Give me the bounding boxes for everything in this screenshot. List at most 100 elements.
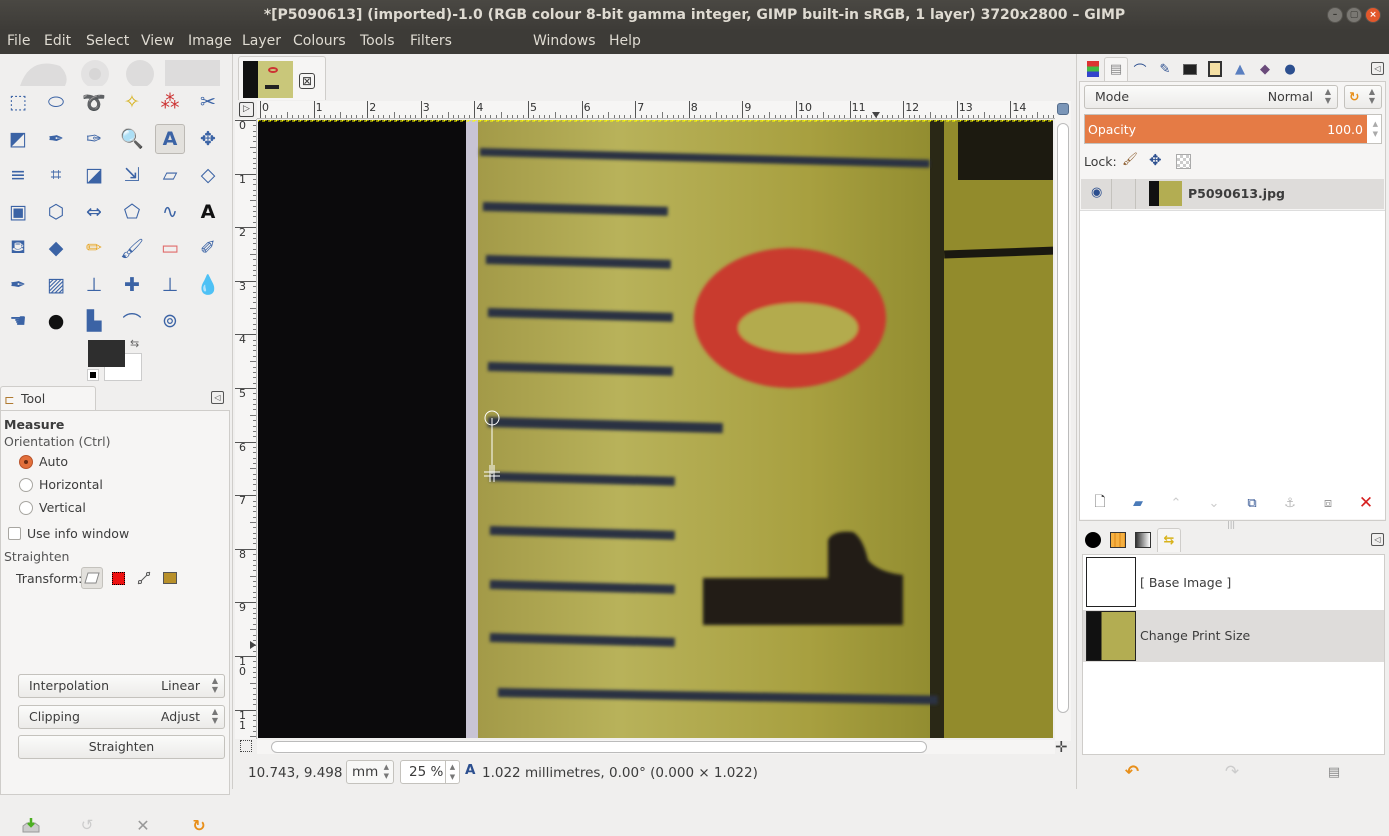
tool-blur-sharpen[interactable]: 💧 [193,270,223,300]
tool-curves[interactable]: ⌒ [117,306,147,336]
layer-row[interactable]: ◉ P5090613.jpg [1081,179,1384,209]
horizontal-ruler[interactable]: 0 1 2 3 4 5 6 7 8 9 10 11 12 13 14 [257,101,1055,119]
tool-zoom[interactable]: 🔍 [117,124,147,154]
undo-dock-menu-button[interactable]: ◁ [1371,533,1384,546]
tool-perspective[interactable]: ◇ [193,160,223,190]
dock-separator-handle[interactable]: ||| [1227,520,1235,529]
tool-airbrush[interactable]: ✐ [193,233,223,263]
tool-3d-transform[interactable]: ⬡ [41,197,71,227]
tool-ellipse-select[interactable]: ⬭ [41,87,71,117]
fg-bg-colors[interactable]: ⇆ [87,337,144,382]
clear-undo-history-icon[interactable]: ▤ [1323,761,1345,783]
tool-eraser[interactable]: ▭ [155,233,185,263]
tool-cage-transform[interactable]: ⬠ [117,197,147,227]
tab-patterns[interactable] [1203,57,1227,81]
tool-warp-transform[interactable]: ∿ [155,197,185,227]
close-image-icon[interactable]: ⊠ [299,73,315,89]
mode-combo[interactable]: Mode Normal ▲ ▼ [1084,85,1338,109]
tab-tool-options[interactable]: ⊏ Tool Options [0,386,96,430]
lock-position-icon[interactable]: ✥ [1149,151,1162,169]
tool-clone[interactable]: ⊥ [79,270,109,300]
menu-view[interactable]: View [141,33,174,49]
tab-brushes-2[interactable] [1081,528,1105,552]
tool-gegl-operation[interactable]: ⊚ [155,306,185,336]
menu-edit[interactable]: Edit [44,33,71,49]
tool-ink[interactable]: ✒ [3,270,33,300]
image-canvas[interactable] [258,120,1053,738]
menu-image[interactable]: Image [188,33,232,49]
vertical-scroll-thumb[interactable] [1057,123,1069,713]
tab-paths[interactable]: ✎ [1153,57,1177,81]
tab-gradients-2[interactable] [1131,528,1155,552]
menu-file[interactable]: File [7,33,30,49]
menu-filters[interactable]: Filters [410,33,452,49]
tool-paintbrush[interactable]: 🖌 [117,233,147,263]
tool-color-picker[interactable]: ✑ [79,124,109,154]
tab-layers[interactable]: ▤ [1104,57,1128,81]
tool-rect-select[interactable]: ⬚ [3,87,33,117]
tool-measure[interactable]: A [155,123,185,154]
menu-windows[interactable]: Windows [533,33,596,49]
tool-rotate[interactable]: ◪ [79,160,109,190]
lock-pixels-icon[interactable]: 🖌 [1122,151,1138,167]
tool-perspective-clone[interactable]: ⊥ [155,270,185,300]
tool-move[interactable]: ✥ [193,124,223,154]
tab-pointer[interactable]: ● [1278,57,1302,81]
tab-channels[interactable]: ⌒ [1128,57,1152,81]
image-tab[interactable]: ⊠ [238,56,326,100]
orientation-vertical-radio[interactable] [19,501,33,515]
anchor-layer-icon[interactable]: ⚓ [1279,492,1301,514]
orientation-horizontal-radio[interactable] [19,478,33,492]
unit-select[interactable]: mm ▲ ▼ [346,760,394,784]
lock-alpha-icon[interactable] [1176,154,1191,169]
tool-bucket-fill[interactable]: ⛾ [3,233,33,263]
transform-image-icon[interactable] [159,567,181,589]
tool-foreground-select[interactable]: ◩ [3,124,33,154]
zoom-select[interactable]: 25 % ▲ ▼ [400,760,460,784]
tool-select-by-color[interactable]: ⁂ [155,87,185,117]
transform-selection-icon[interactable] [107,567,129,589]
navigate-icon[interactable] [1057,103,1069,115]
tool-heal[interactable]: ✚ [117,270,147,300]
transform-layer-icon[interactable] [81,567,103,589]
minimize-button[interactable]: – [1327,7,1343,23]
vertical-ruler[interactable]: 0 1 2 3 4 5 6 7 8 9 10 11 [235,119,257,739]
vertical-scrollbar[interactable] [1055,101,1071,741]
tab-gradients[interactable]: ◆ [1253,57,1277,81]
use-info-window-checkbox[interactable] [8,527,21,540]
raise-layer-icon[interactable]: ⌃ [1165,492,1187,514]
duplicate-layer-icon[interactable]: ⧉ [1241,492,1263,514]
menu-select[interactable]: Select [86,33,129,49]
mode-reset-combo[interactable]: ↻ ▲ ▼ [1344,85,1382,109]
tool-shear[interactable]: ▱ [155,160,185,190]
interpolation-combo[interactable]: Interpolation Linear ▲ ▼ [18,674,225,698]
menu-colours[interactable]: Colours [293,33,346,49]
tool-levels[interactable]: ▙ [79,306,109,336]
swap-colors-icon[interactable]: ⇆ [130,337,139,350]
undo-history-item-selected[interactable]: Change Print Size [1083,610,1384,662]
tool-paths[interactable]: ✒ [41,124,71,154]
horizontal-scroll-thumb[interactable] [271,741,927,753]
new-layer-group-icon[interactable]: ▰ [1127,492,1149,514]
tool-align[interactable]: ≡ [3,160,33,190]
tool-free-select[interactable]: ➰ [79,87,109,117]
orientation-auto-radio[interactable] [19,455,33,469]
clipping-combo[interactable]: Clipping Adjust ▲ ▼ [18,705,225,729]
transform-path-icon[interactable] [133,567,155,589]
menu-tools[interactable]: Tools [360,33,395,49]
restore-tool-options-icon[interactable]: ↺ [76,814,98,836]
panel-menu-button[interactable]: ◁ [211,391,224,404]
tool-crop[interactable]: ⌗ [41,160,71,190]
delete-tool-options-icon[interactable]: ✕ [132,814,154,836]
lower-layer-icon[interactable]: ⌄ [1203,492,1225,514]
tab-brushes[interactable] [1178,57,1202,81]
tab-colors[interactable] [1081,57,1105,81]
tool-scissors-select[interactable]: ✂ [193,87,223,117]
save-tool-options-icon[interactable] [20,814,42,836]
layer-visibility-eye-icon[interactable]: ◉ [1091,185,1102,200]
reset-tool-options-icon[interactable]: ↻ [188,814,210,836]
straighten-button[interactable]: Straighten [18,735,225,759]
tool-text[interactable]: A [193,197,223,227]
redo-icon[interactable]: ↷ [1221,761,1243,783]
tool-unified-transform[interactable]: ▣ [3,197,33,227]
